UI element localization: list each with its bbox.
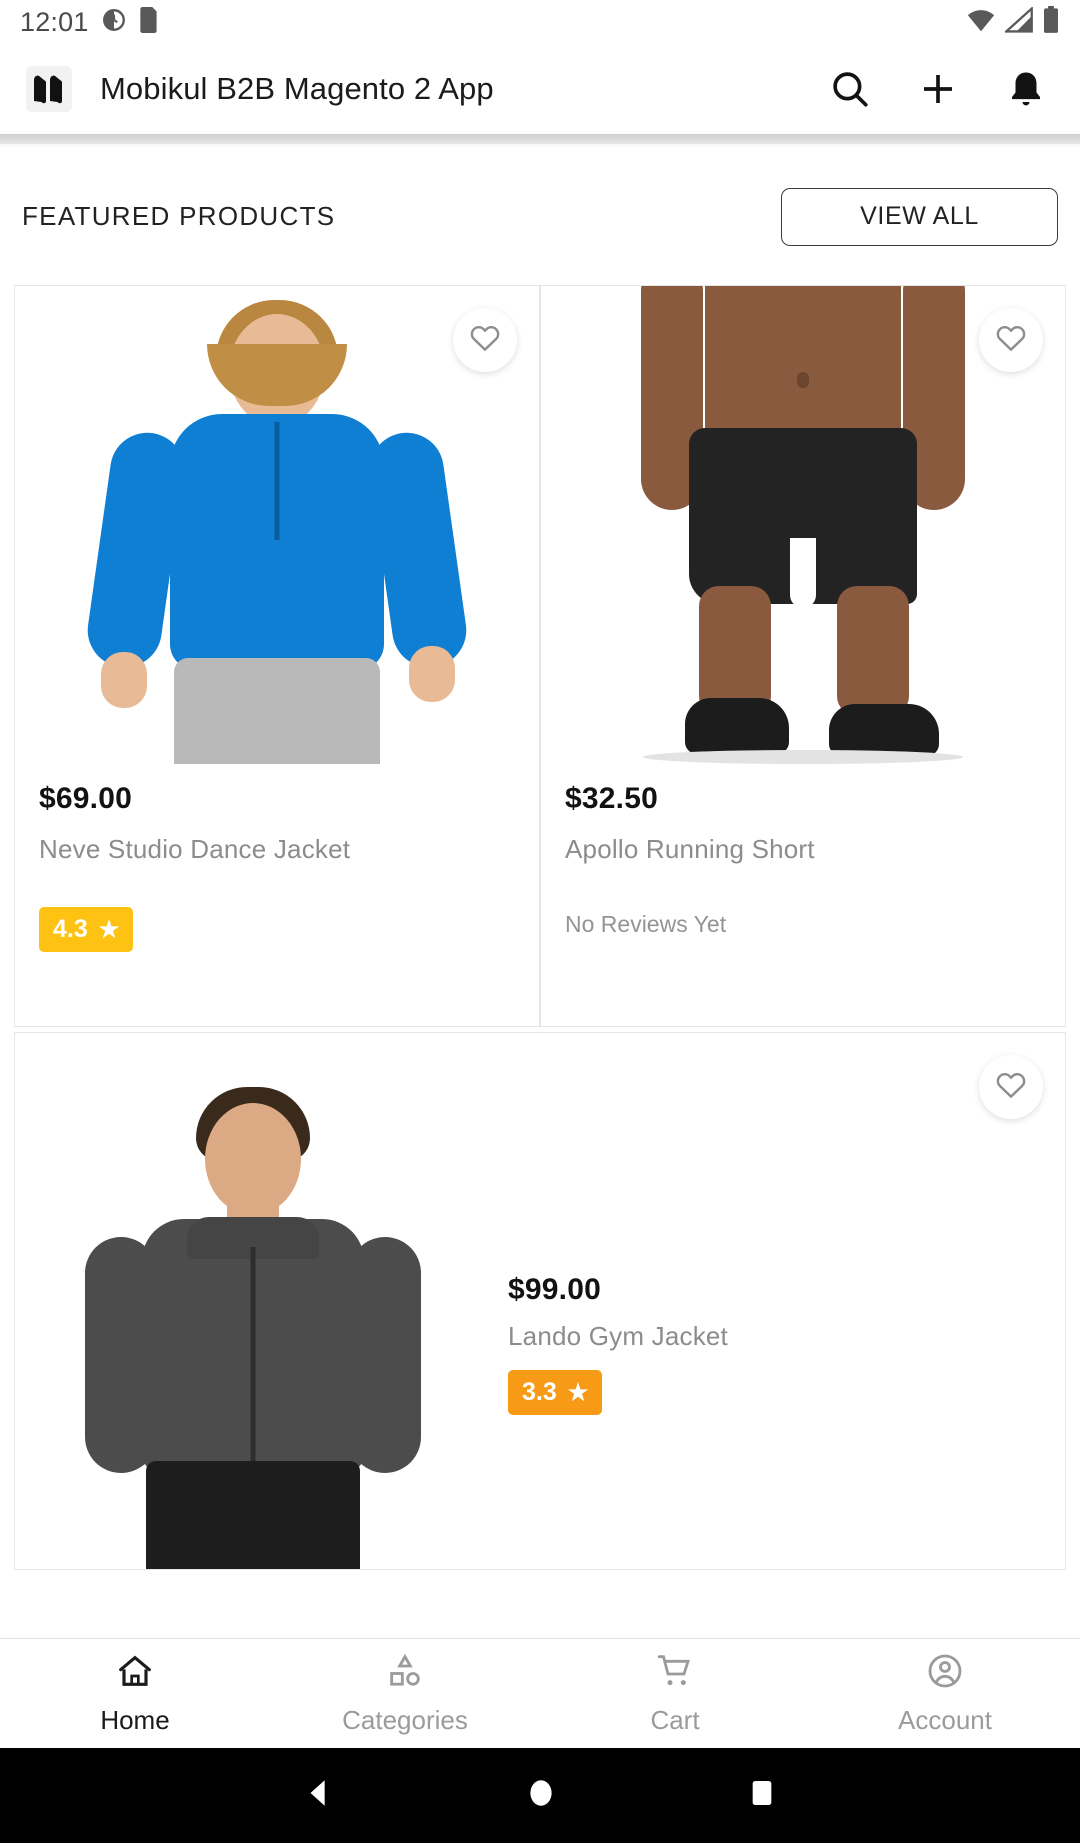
wishlist-button[interactable] xyxy=(979,308,1043,372)
nav-item-home[interactable]: Home xyxy=(0,1651,270,1736)
bottom-navigation: Home Categories Cart Account xyxy=(0,1638,1080,1748)
status-bar: 12:01 xyxy=(0,0,1080,44)
product-name: Lando Gym Jacket xyxy=(508,1321,728,1351)
status-bar-right xyxy=(966,5,1060,39)
app-bar: Mobikul B2B Magento 2 App xyxy=(0,44,1080,134)
product-card[interactable]: $99.00 Lando Gym Jacket 3.3 ★ xyxy=(14,1032,1066,1570)
recents-square-icon[interactable] xyxy=(746,1777,778,1814)
app-bar-actions xyxy=(826,65,1060,113)
product-image[interactable] xyxy=(541,286,1065,764)
product-name: Neve Studio Dance Jacket xyxy=(39,834,351,864)
nav-label: Categories xyxy=(342,1705,468,1735)
rating-badge: 4.3 ★ xyxy=(39,907,134,952)
battery-icon xyxy=(1042,5,1060,39)
plus-icon[interactable] xyxy=(914,65,962,113)
nav-item-account[interactable]: Account xyxy=(810,1651,1080,1736)
product-card[interactable]: $69.00 Neve Studio Dance Jacket 4.3 ★ xyxy=(14,285,540,1027)
product-image[interactable] xyxy=(15,1033,490,1569)
product-price: $99.00 xyxy=(508,1273,601,1306)
product-card[interactable]: $32.50 Apollo Running Short No Reviews Y… xyxy=(540,285,1066,1027)
home-circle-icon[interactable] xyxy=(524,1776,558,1815)
product-info: $32.50 Apollo Running Short No Reviews Y… xyxy=(541,764,1065,938)
account-circle-icon xyxy=(925,1651,965,1696)
status-bar-left: 12:01 xyxy=(20,6,159,38)
product-info: $99.00 Lando Gym Jacket 3.3 ★ xyxy=(490,1033,1065,1569)
featured-products-header: FEATURED PRODUCTS VIEW ALL xyxy=(0,148,1080,285)
app-title: Mobikul B2B Magento 2 App xyxy=(100,71,494,106)
rating-value: 3.3 xyxy=(522,1378,557,1406)
product-name: Apollo Running Short xyxy=(565,834,815,864)
nav-item-categories[interactable]: Categories xyxy=(270,1651,540,1736)
nav-label: Home xyxy=(100,1705,170,1735)
back-triangle-icon[interactable] xyxy=(302,1776,336,1815)
shopping-cart-icon xyxy=(655,1651,695,1696)
star-icon: ★ xyxy=(567,1379,589,1405)
status-bar-clock: 12:01 xyxy=(20,6,89,37)
wishlist-button[interactable] xyxy=(453,308,517,372)
wishlist-button[interactable] xyxy=(979,1055,1043,1119)
notification-bell-icon[interactable] xyxy=(1002,65,1050,113)
product-grid: $69.00 Neve Studio Dance Jacket 4.3 ★ $3… xyxy=(14,285,1066,1570)
search-icon[interactable] xyxy=(826,65,874,113)
view-all-button[interactable]: VIEW ALL xyxy=(781,187,1058,246)
nav-label: Account xyxy=(898,1705,992,1735)
cellular-signal-icon xyxy=(1003,5,1033,38)
product-info: $69.00 Neve Studio Dance Jacket 4.3 ★ xyxy=(15,764,539,952)
android-navigation-bar xyxy=(0,1748,1080,1843)
mobikul-logo xyxy=(26,66,72,112)
product-grid-row: $69.00 Neve Studio Dance Jacket 4.3 ★ $3… xyxy=(14,285,1066,1027)
heart-outline-icon xyxy=(994,321,1028,360)
man-gray-jacket-photo xyxy=(15,1033,490,1569)
app-screen: 12:01 Mobikul B2B Magento 2 App FEATURED… xyxy=(0,0,1080,1843)
rating-badge: 3.3 ★ xyxy=(508,1370,603,1415)
app-bar-shadow xyxy=(0,134,1080,148)
categories-shapes-icon xyxy=(385,1651,425,1696)
heart-outline-icon xyxy=(468,321,502,360)
nav-label: Cart xyxy=(650,1705,700,1735)
product-price: $32.50 xyxy=(565,782,658,815)
nav-item-cart[interactable]: Cart xyxy=(540,1651,810,1736)
star-icon: ★ xyxy=(98,916,120,942)
product-price: $69.00 xyxy=(39,782,132,815)
no-reviews-label: No Reviews Yet xyxy=(565,911,727,937)
alarm-icon xyxy=(101,7,127,38)
heart-outline-icon xyxy=(994,1068,1028,1107)
rating-value: 4.3 xyxy=(53,915,88,943)
section-title: FEATURED PRODUCTS xyxy=(22,201,336,231)
wifi-icon xyxy=(966,7,996,38)
product-image[interactable] xyxy=(15,286,539,764)
sd-card-icon xyxy=(139,6,159,38)
home-icon xyxy=(115,1651,155,1696)
